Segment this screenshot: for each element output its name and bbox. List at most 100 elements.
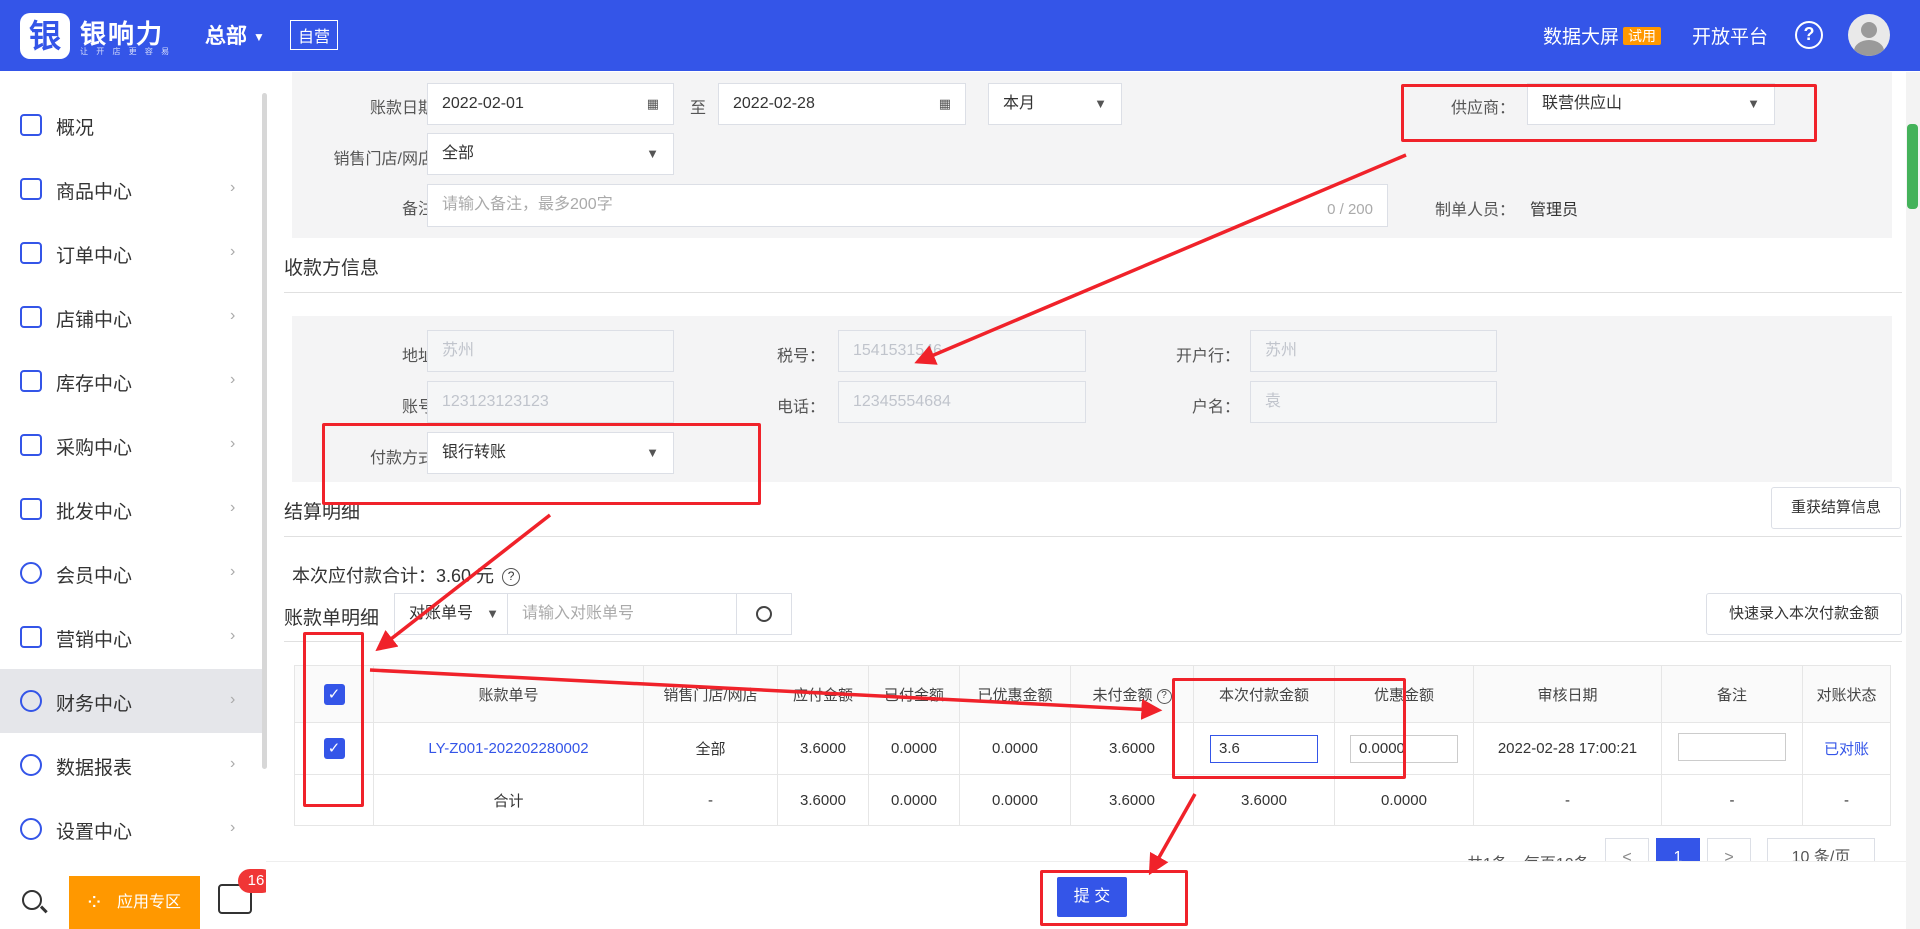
total-discount-cell: 0.0000	[1334, 774, 1474, 826]
payee-section-title: 收款方信息	[284, 258, 380, 279]
chevron-right-icon: ›	[230, 563, 236, 580]
col-header: 审核日期	[1473, 665, 1662, 723]
top-header: 银 银响力 让 开 店 更 容 易 总部 ▼ 自营 数据大屏 试用 开放平台 ?	[0, 0, 1920, 71]
col-header: 已付金额	[868, 665, 960, 723]
help-icon[interactable]: ?	[1795, 21, 1823, 49]
chevron-right-icon: ›	[230, 819, 236, 836]
pie-chart-icon	[20, 754, 42, 776]
org-switcher[interactable]: 总部 ▼	[205, 20, 265, 50]
phone-input[interactable]: 12345554684	[838, 381, 1086, 423]
annotation-box-pay-amount	[1172, 678, 1406, 779]
account-name-input[interactable]: 袁	[1250, 381, 1497, 423]
clipboard-icon	[20, 242, 42, 264]
total-payable-cell: 3.6000	[777, 774, 869, 826]
sidebar-scrollbar[interactable]	[262, 93, 267, 769]
tax-input[interactable]: 1541531546	[838, 330, 1086, 372]
open-platform-link[interactable]: 开放平台	[1692, 22, 1768, 49]
grid-icon: ⁘	[85, 890, 104, 915]
sidebar-item-finance[interactable]: 财务中心 ›	[0, 669, 262, 733]
app-zone-button[interactable]: ⁘ 应用专区	[69, 876, 200, 929]
caret-down-icon: ▼	[486, 606, 499, 621]
remark-input[interactable]: 请输入备注，最多200字 0 / 200	[427, 184, 1388, 227]
annotation-box-supplier	[1401, 84, 1817, 142]
divider	[284, 536, 1902, 537]
remark-count: 0 / 200	[1327, 201, 1373, 218]
sidebar-item-reports[interactable]: 数据报表 ›	[0, 733, 262, 797]
status-cell: 已对账	[1802, 722, 1891, 775]
brand-slogan: 让 开 店 更 容 易	[80, 47, 173, 56]
home-icon	[20, 114, 42, 136]
sidebar-item-members[interactable]: 会员中心 ›	[0, 541, 262, 605]
data-screen-link[interactable]: 数据大屏 试用	[1543, 22, 1662, 49]
date-end-input[interactable]: 2022-02-28 ▦	[718, 83, 966, 125]
total-store-cell: -	[643, 774, 778, 826]
chevron-right-icon: ›	[230, 179, 236, 196]
date-start-input[interactable]: 2022-02-01 ▦	[427, 83, 674, 125]
purchase-icon	[20, 434, 42, 456]
table-header-row: ✓ 账款单号 销售门店/网店 应付金额 已付金额 已优惠金额 未付金额? 本次付…	[294, 665, 1891, 723]
caret-down-icon: ▼	[646, 146, 659, 161]
yuan-icon	[20, 690, 42, 712]
total-paid-cell: 0.0000	[868, 774, 960, 826]
sidebar-item-orders[interactable]: 订单中心 ›	[0, 221, 262, 285]
sidebar-item-wholesale[interactable]: 批发中心 ›	[0, 477, 262, 541]
box-icon	[20, 370, 42, 392]
total-label-cell: 合计	[373, 774, 644, 826]
chevron-right-icon: ›	[230, 435, 236, 452]
search-icon[interactable]	[22, 890, 42, 910]
sidebar-item-shops[interactable]: 店铺中心 ›	[0, 285, 262, 349]
brand-logo[interactable]: 银	[20, 13, 70, 59]
sidebar-item-purchase[interactable]: 采购中心 ›	[0, 413, 262, 477]
calendar-icon: ▦	[646, 96, 659, 111]
caret-down-icon: ▼	[1094, 96, 1107, 111]
account-input[interactable]: 123123123123	[427, 381, 674, 423]
page-scrollbar-thumb[interactable]	[1907, 124, 1918, 209]
discounted-cell: 0.0000	[959, 722, 1071, 775]
chevron-right-icon: ›	[230, 499, 236, 516]
sidebar-item-inventory[interactable]: 库存中心 ›	[0, 349, 262, 413]
creator-label: 制单人员：	[1434, 202, 1515, 219]
col-header: 账款单号	[373, 665, 644, 723]
bill-no-link[interactable]: LY-Z001-202202280002	[428, 740, 588, 757]
sidebar-item-overview[interactable]: 概况	[0, 93, 262, 157]
total-discounted-cell: 0.0000	[959, 774, 1071, 826]
search-icon	[756, 606, 772, 622]
sidebar-item-marketing[interactable]: 营销中心 ›	[0, 605, 262, 669]
bill-section-title: 账款单明细	[284, 608, 380, 629]
chevron-right-icon: ›	[230, 371, 236, 388]
avatar[interactable]	[1848, 14, 1890, 56]
map-icon	[20, 498, 42, 520]
col-header: 对账状态	[1802, 665, 1891, 723]
chevron-right-icon: ›	[230, 307, 236, 324]
row-remark-input[interactable]	[1678, 732, 1786, 761]
shop-icon	[20, 306, 42, 328]
chevron-right-icon: ›	[230, 691, 236, 708]
bill-search-button[interactable]	[736, 593, 792, 635]
search-type-select[interactable]: 对账单号 ▼	[394, 593, 508, 635]
help-circle-icon[interactable]: ?	[1156, 688, 1172, 704]
store-select[interactable]: 全部 ▼	[427, 133, 674, 175]
sidebar-item-settings[interactable]: 设置中心 ›	[0, 797, 262, 861]
period-select[interactable]: 本月 ▼	[988, 83, 1122, 125]
status-link[interactable]: 已对账	[1824, 741, 1869, 758]
quick-entry-button[interactable]: 快速录入本次付款金额	[1706, 593, 1902, 635]
bank-input[interactable]: 苏州	[1250, 330, 1497, 372]
annotation-box-submit	[1040, 870, 1188, 926]
chevron-right-icon: ›	[230, 243, 236, 260]
col-header: 销售门店/网店	[643, 665, 778, 723]
address-input[interactable]: 苏州	[427, 330, 674, 372]
total-audit-cell: -	[1473, 774, 1662, 826]
total-pay-now-cell: 3.6000	[1193, 774, 1335, 826]
phone-label: 电话：	[776, 399, 825, 416]
payable-cell: 3.6000	[777, 722, 869, 775]
col-header: 备注	[1661, 665, 1803, 723]
bill-search-input[interactable]: 请输入对账单号	[507, 593, 737, 635]
sidebar-item-goods[interactable]: 商品中心 ›	[0, 157, 262, 221]
ticket-icon	[20, 626, 42, 648]
refresh-settlement-button[interactable]: 重获结算信息	[1771, 487, 1901, 529]
divider	[284, 292, 1902, 293]
total-unpaid-cell: 3.6000	[1070, 774, 1194, 826]
chevron-right-icon: ›	[230, 627, 236, 644]
audit-date-cell: 2022-02-28 17:00:21	[1473, 722, 1662, 775]
help-circle-icon[interactable]: ?	[502, 568, 521, 586]
